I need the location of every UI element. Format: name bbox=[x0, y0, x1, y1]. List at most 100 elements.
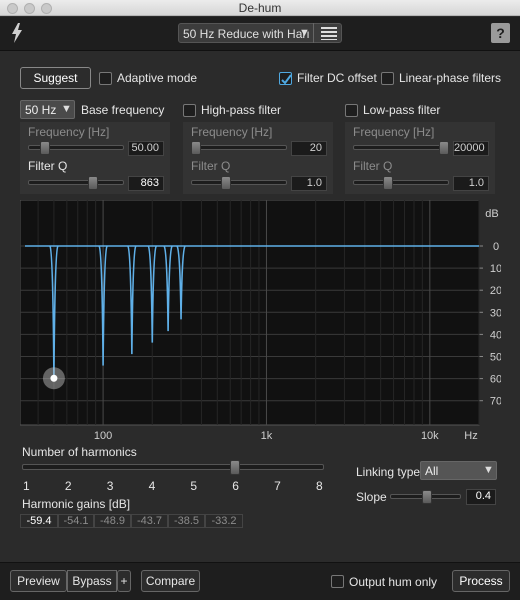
harmonic-gains-label: Harmonic gains [dB] bbox=[22, 497, 131, 511]
adaptive-mode-label: Adaptive mode bbox=[117, 71, 198, 85]
base-frequency-label: Base frequency bbox=[81, 103, 165, 117]
harmonic-gain-field[interactable]: -33.2 bbox=[205, 514, 243, 528]
preset-list-icon[interactable] bbox=[321, 27, 337, 40]
linear-phase-label: Linear-phase filters bbox=[399, 71, 502, 85]
chevron-down-icon: ▼ bbox=[61, 103, 72, 115]
low-pass-q-slider[interactable] bbox=[353, 180, 449, 185]
preset-dropdown[interactable]: 50 Hz Reduce with Harı ▼ bbox=[178, 23, 342, 43]
base-frequency-select[interactable]: 50 Hz ▼ bbox=[20, 100, 75, 119]
low-pass-frequency-field[interactable]: 20000 bbox=[453, 141, 489, 156]
freq-axis-label: Hz bbox=[464, 430, 477, 442]
checkmark-icon bbox=[281, 74, 292, 85]
compare-button[interactable]: Compare bbox=[141, 570, 200, 592]
filter-q-field[interactable]: 863 bbox=[128, 176, 164, 191]
filter-q-slider[interactable] bbox=[28, 180, 124, 185]
high-pass-frequency-slider[interactable] bbox=[191, 145, 287, 150]
freq-tick-label: 10k bbox=[421, 430, 439, 442]
preview-button[interactable]: Preview bbox=[10, 570, 67, 592]
preset-label: 50 Hz Reduce with Harı bbox=[183, 27, 310, 41]
slider-thumb[interactable] bbox=[439, 141, 449, 155]
harmonic-tick-label: 1 bbox=[23, 479, 30, 493]
chevron-down-icon: ▼ bbox=[483, 464, 494, 476]
high-pass-frequency-field[interactable]: 20 bbox=[291, 141, 327, 156]
low-pass-q-field[interactable]: 1.0 bbox=[453, 176, 489, 191]
harmonic-gain-field[interactable]: -48.9 bbox=[94, 514, 131, 528]
process-button[interactable]: Process bbox=[452, 570, 510, 592]
harmonic-tick-label: 3 bbox=[106, 479, 114, 493]
linking-type-value: All bbox=[425, 464, 439, 478]
minimize-window-button[interactable] bbox=[24, 3, 35, 14]
linking-type-select[interactable]: All ▼ bbox=[420, 461, 497, 480]
zoom-window-button[interactable] bbox=[41, 3, 52, 14]
db-tick-label: 30 bbox=[490, 307, 501, 319]
harmonic-tick-label: 5 bbox=[190, 479, 198, 493]
slider-thumb[interactable] bbox=[422, 490, 433, 504]
low-pass-checkbox[interactable] bbox=[345, 104, 358, 117]
harmonic-tick-label: 2 bbox=[64, 479, 72, 493]
db-tick-label: 20 bbox=[490, 285, 501, 297]
divider bbox=[313, 23, 314, 43]
frequency-label: Frequency [Hz] bbox=[353, 125, 435, 139]
linear-phase-checkbox[interactable] bbox=[381, 72, 394, 85]
window-titlebar: De-hum bbox=[0, 0, 520, 16]
db-axis-label: dB bbox=[485, 208, 498, 220]
harmonic-gain-field[interactable]: -54.1 bbox=[58, 514, 94, 528]
high-pass-q-field[interactable]: 1.0 bbox=[291, 176, 327, 191]
low-pass-panel: Frequency [Hz] 20000 Filter Q 1.0 bbox=[345, 122, 495, 194]
slider-thumb[interactable] bbox=[383, 176, 394, 190]
harmonic-tick-label: 7 bbox=[274, 479, 281, 493]
help-button[interactable]: ? bbox=[491, 23, 510, 43]
chevron-down-icon: ▼ bbox=[299, 27, 310, 39]
suggest-button[interactable]: Suggest bbox=[20, 67, 91, 89]
slider-thumb[interactable] bbox=[191, 141, 201, 155]
db-tick-label: 60 bbox=[490, 374, 501, 386]
slope-label: Slope bbox=[356, 490, 387, 504]
harmonics-slider[interactable] bbox=[22, 464, 324, 470]
db-tick-label: 10 bbox=[490, 263, 501, 275]
db-tick-label: 40 bbox=[490, 329, 501, 341]
harmonic-tick-label: 6 bbox=[232, 479, 239, 493]
harmonics-label: Number of harmonics bbox=[22, 445, 137, 459]
filter-q-label: Filter Q bbox=[28, 159, 68, 173]
bypass-button[interactable]: Bypass bbox=[67, 570, 117, 592]
close-window-button[interactable] bbox=[7, 3, 18, 14]
high-pass-q-slider[interactable] bbox=[191, 180, 287, 185]
output-hum-label: Output hum only bbox=[349, 575, 438, 589]
output-hum-checkbox[interactable] bbox=[331, 575, 344, 588]
slope-field[interactable]: 0.4 bbox=[466, 489, 496, 505]
slider-thumb[interactable] bbox=[88, 176, 99, 190]
window-title: De-hum bbox=[238, 1, 282, 15]
filter-response-graph[interactable]: 0 10 20 30 40 50 60 70 dB 100 1k 10k Hz bbox=[20, 200, 501, 444]
harmonic-tick-label: 4 bbox=[148, 479, 156, 493]
freq-tick-label: 1k bbox=[261, 430, 273, 442]
filter-dc-checkbox[interactable] bbox=[279, 72, 292, 85]
frequency-label: Frequency [Hz] bbox=[28, 125, 110, 139]
harmonic-gain-field[interactable]: -59.4 bbox=[20, 514, 58, 528]
notch-handle[interactable] bbox=[50, 374, 58, 382]
harmonic-tick-label: 8 bbox=[316, 479, 323, 493]
lightning-icon[interactable] bbox=[10, 23, 24, 43]
low-pass-label: Low-pass filter bbox=[363, 103, 441, 117]
slider-thumb[interactable] bbox=[221, 176, 232, 190]
bypass-plus-button[interactable]: + bbox=[117, 570, 131, 592]
adaptive-mode-checkbox[interactable] bbox=[99, 72, 112, 85]
slider-thumb[interactable] bbox=[40, 141, 51, 155]
low-pass-frequency-slider[interactable] bbox=[353, 145, 449, 150]
harmonic-gain-field[interactable]: -43.7 bbox=[131, 514, 168, 528]
high-pass-label: High-pass filter bbox=[201, 103, 282, 117]
base-frequency-field[interactable]: 50.00 bbox=[128, 141, 164, 156]
filter-dc-label: Filter DC offset bbox=[297, 71, 377, 85]
high-pass-checkbox[interactable] bbox=[183, 104, 196, 117]
high-pass-panel: Frequency [Hz] 20 Filter Q 1.0 bbox=[183, 122, 333, 194]
toolbar: 50 Hz Reduce with Harı ▼ ? bbox=[0, 17, 520, 51]
slider-thumb[interactable] bbox=[230, 460, 241, 475]
linking-type-label: Linking type bbox=[356, 465, 421, 479]
freq-tick-label: 100 bbox=[94, 430, 112, 442]
db-tick-label: 50 bbox=[490, 352, 501, 364]
filter-q-label: Filter Q bbox=[191, 159, 231, 173]
db-tick-label: 70 bbox=[490, 396, 501, 408]
filter-q-label: Filter Q bbox=[353, 159, 393, 173]
db-tick-label: 0 bbox=[493, 241, 499, 253]
harmonic-gain-field[interactable]: -38.5 bbox=[168, 514, 205, 528]
frequency-label: Frequency [Hz] bbox=[191, 125, 273, 139]
